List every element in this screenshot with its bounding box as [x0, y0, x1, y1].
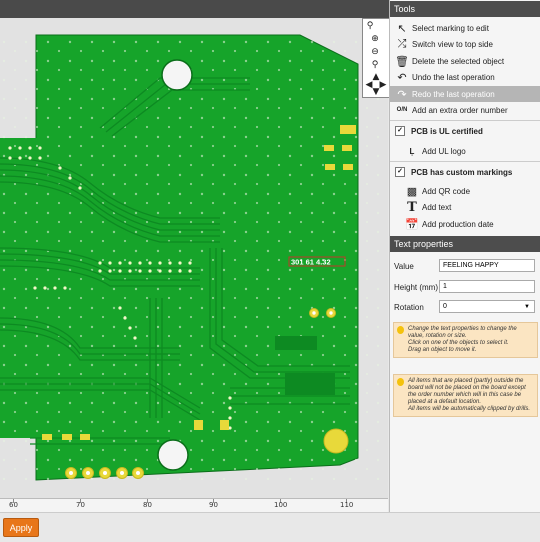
zoom-control: ⚲ ⊕ ⊖ ⚲ ▲ ◀ ▶ ▼ — [362, 18, 390, 98]
warning-note: All items that are placed (partly) outsi… — [393, 374, 538, 417]
add-text-button[interactable]: T Add text — [390, 199, 540, 215]
board-marking-text[interactable]: 301 61 4.32 — [291, 258, 331, 267]
bottom-bar: Apply — [0, 512, 540, 542]
text-properties-header: Text properties — [390, 236, 540, 252]
flip-view-icon: ⤮ — [397, 37, 407, 50]
apply-button[interactable]: Apply — [3, 518, 39, 537]
redo-button[interactable]: ↷ Redo the last operation — [390, 86, 540, 102]
mounting-hole — [157, 439, 189, 471]
tool-label: Redo the last operation — [412, 89, 495, 99]
note-text: Drag an object to move it. — [408, 347, 477, 353]
tool-label: Add UL logo — [422, 146, 466, 156]
tool-label: Select marking to edit — [412, 23, 489, 33]
note-text: All items that are placed (partly) outsi… — [408, 378, 526, 405]
tools-header: Tools — [390, 1, 540, 17]
ruler-label: 60 — [9, 501, 18, 509]
zoom-out-icon[interactable]: ⊖ — [369, 46, 381, 58]
pan-down-icon[interactable]: ▼ — [370, 86, 382, 98]
qr-code-icon: ▩ — [406, 185, 418, 198]
rotation-select[interactable]: 0 ▼ — [439, 300, 535, 313]
text-icon: T — [407, 199, 417, 215]
lightbulb-icon — [397, 326, 404, 334]
trash-icon: 🗑 — [395, 55, 409, 68]
ruler-label: 110 — [340, 501, 354, 509]
mounting-hole — [161, 59, 193, 91]
height-input[interactable]: 1 — [439, 280, 535, 293]
ruler-label: 80 — [143, 501, 152, 509]
tool-label: Add an extra order number — [412, 105, 508, 115]
order-number-icon: O/N — [396, 107, 408, 113]
copper-pour — [285, 373, 335, 395]
tool-label: Add QR code — [422, 186, 471, 196]
add-order-number-button[interactable]: O/N Add an extra order number — [390, 102, 540, 118]
switch-view-button[interactable]: ⤮ Switch view to top side — [390, 36, 540, 52]
add-qr-button[interactable]: ▩ Add QR code — [390, 183, 540, 199]
ruler-label: 90 — [209, 501, 218, 509]
custom-markings-checkbox[interactable]: ✓ — [395, 167, 405, 177]
calendar-icon: 📅 — [405, 218, 419, 231]
rotation-label: Rotation — [394, 303, 424, 312]
tools-panel: Tools ↖ Select marking to edit ⤮ Switch … — [389, 0, 540, 512]
add-date-button[interactable]: 📅 Add production date — [390, 216, 540, 232]
ruler-label: 70 — [76, 501, 85, 509]
ruler-label: 100 — [274, 501, 288, 509]
chevron-down-icon: ▼ — [524, 304, 530, 310]
redo-icon: ↷ — [397, 88, 407, 101]
custom-markings-label: PCB has custom markings — [411, 167, 513, 177]
tool-label: Add text — [422, 202, 452, 212]
note-text: Change the text properties to change the… — [408, 326, 517, 339]
zoom-fit-icon[interactable]: ⚲ — [364, 20, 376, 32]
cursor-icon: ↖ — [397, 22, 407, 35]
add-ul-logo-button[interactable]: Ḷ Add UL logo — [390, 143, 540, 159]
height-label: Height (mm) — [394, 283, 439, 292]
note-text: Click on one of the objects to select it… — [408, 340, 509, 346]
rotation-value: 0 — [443, 303, 447, 310]
undo-icon: ↶ — [397, 71, 407, 84]
ul-certified-checkbox[interactable]: ✓ — [395, 126, 405, 136]
tool-label: Delete the selected object — [412, 56, 505, 66]
zoom-in-icon[interactable]: ⊕ — [369, 33, 381, 45]
horizontal-ruler: 60 70 80 90 100 110 — [0, 498, 388, 513]
ul-certified-checkbox-row[interactable]: ✓ PCB is UL certified — [390, 123, 540, 139]
delete-button[interactable]: 🗑 Delete the selected object — [390, 53, 540, 69]
tool-label: Add production date — [422, 219, 494, 229]
tool-label: Undo the last operation — [412, 72, 495, 82]
lightbulb-icon — [397, 378, 404, 386]
note-text: All items will be automatically clipped … — [408, 406, 531, 412]
copper-pour — [275, 336, 317, 350]
value-input[interactable]: FEELING HAPPY — [439, 259, 535, 272]
pcb-canvas[interactable]: 301 61 4.32 — [0, 18, 388, 498]
select-marking-button[interactable]: ↖ Select marking to edit — [390, 20, 540, 36]
pcb-board-view[interactable]: 301 61 4.32 — [0, 18, 388, 498]
info-note: Change the text properties to change the… — [393, 322, 538, 358]
ul-logo-icon: Ḷ — [409, 146, 415, 156]
zoom-reset-icon[interactable]: ⚲ — [369, 59, 381, 71]
undo-button[interactable]: ↶ Undo the last operation — [390, 69, 540, 85]
ul-certified-label: PCB is UL certified — [411, 126, 483, 136]
value-label: Value — [394, 262, 414, 271]
tool-label: Switch view to top side — [412, 39, 493, 49]
custom-markings-checkbox-row[interactable]: ✓ PCB has custom markings — [390, 164, 540, 180]
